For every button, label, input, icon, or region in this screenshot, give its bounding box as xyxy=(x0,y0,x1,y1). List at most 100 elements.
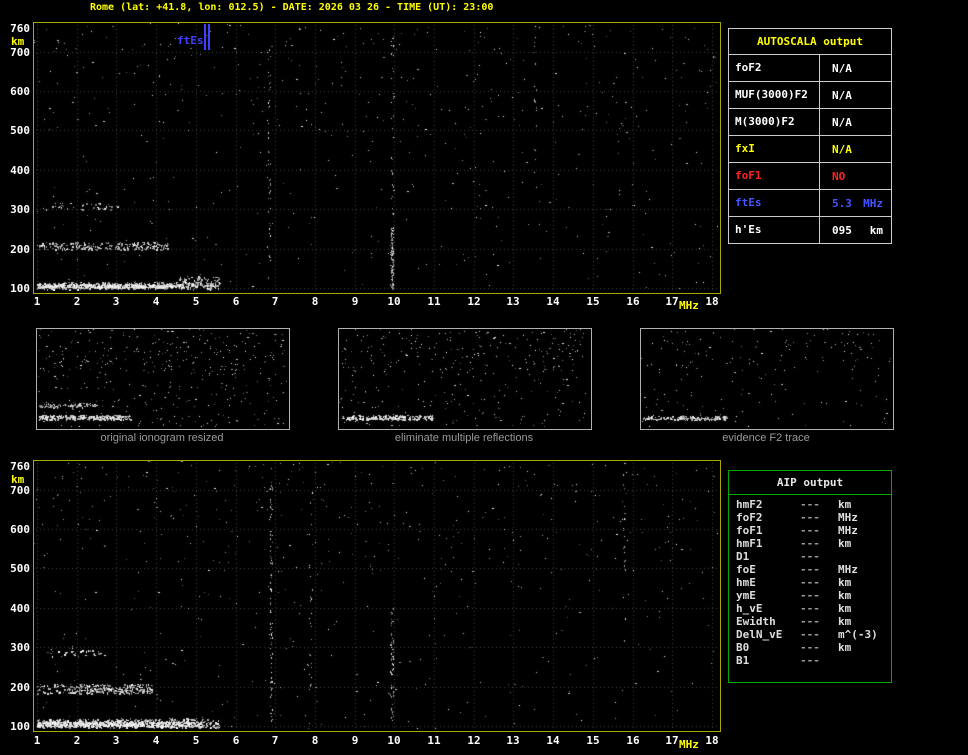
y-axis-tick: 760 xyxy=(4,461,30,472)
parameter-value: --- xyxy=(800,628,838,641)
parameter-name: fxI xyxy=(729,136,820,162)
parameter-value: --- xyxy=(800,563,838,576)
aip-table-rows: hmF2---kmfoF2---MHzfoF1---MHzhmF1---kmD1… xyxy=(729,495,891,667)
x-axis-tick: 15 xyxy=(582,296,604,307)
parameter-value: N/A xyxy=(820,136,891,162)
parameter-name: M(3000)F2 xyxy=(729,109,820,135)
y-axis-tick: 700 xyxy=(4,47,30,58)
y-axis-tick: 300 xyxy=(4,642,30,653)
x-axis-tick: 1 xyxy=(26,735,48,746)
parameter-name: ftEs xyxy=(729,190,820,216)
value-text: NO xyxy=(832,170,845,183)
aip-row-b1: B1--- xyxy=(729,654,891,667)
parameter-value: --- xyxy=(800,576,838,589)
x-axis-tick: 2 xyxy=(66,296,88,307)
parameter-value: --- xyxy=(800,498,838,511)
parameter-value: --- xyxy=(800,615,838,628)
parameter-name: foF2 xyxy=(729,55,820,81)
ionogram-plot-bottom xyxy=(33,460,721,732)
ftes-marker-line xyxy=(204,24,206,50)
y-axis-tick: 400 xyxy=(4,603,30,614)
y-axis-tick: 100 xyxy=(4,283,30,294)
aip-row-foe: foE---MHz xyxy=(729,563,891,576)
autoscala-row-m3000f2: M(3000)F2N/A xyxy=(729,108,891,135)
ionogram-plot-top xyxy=(33,22,721,294)
y-axis-tick: 200 xyxy=(4,244,30,255)
x-axis-tick: 18 xyxy=(701,735,723,746)
autoscala-row-fof2: foF2 N/A xyxy=(729,54,891,81)
autoscala-output-table: AUTOSCALA output foF2N/AMUF(3000)F2N/AM(… xyxy=(728,28,892,244)
autoscala-row-fxi: fxI N/A xyxy=(729,135,891,162)
x-axis-unit-label: MHz xyxy=(679,300,699,311)
x-axis-tick: 11 xyxy=(423,735,445,746)
x-axis-tick: 5 xyxy=(185,296,207,307)
parameter-name: D1 xyxy=(736,550,800,563)
autoscala-row-muf3000f2: MUF(3000)F2 N/A xyxy=(729,81,891,108)
thumbnail-multiple-reflections xyxy=(338,328,592,430)
value-text: N/A xyxy=(832,89,852,102)
parameter-value: N/A xyxy=(820,55,891,81)
parameter-unit: km xyxy=(838,589,891,602)
autoscala-window: Rome (lat: +41.8, lon: 012.5) - DATE: 20… xyxy=(0,0,968,755)
x-axis-tick: 6 xyxy=(225,296,247,307)
parameter-name: hmF1 xyxy=(736,537,800,550)
aip-table-title: AIP output xyxy=(729,471,891,495)
unit-text: km xyxy=(870,224,883,237)
x-axis-tick: 18 xyxy=(701,296,723,307)
x-axis-tick: 16 xyxy=(622,296,644,307)
y-axis-tick: 200 xyxy=(4,682,30,693)
parameter-name: hmF2 xyxy=(736,498,800,511)
parameter-name: h'Es xyxy=(729,217,820,243)
parameter-name: foE xyxy=(736,563,800,576)
parameter-value: 095 km xyxy=(820,217,891,243)
x-axis-tick: 9 xyxy=(344,735,366,746)
value-text: 5.3 xyxy=(832,197,852,210)
parameter-value: --- xyxy=(800,654,838,667)
autoscala-row-hes: h'Es 095 km xyxy=(729,216,891,243)
x-axis-tick: 10 xyxy=(383,296,405,307)
aip-row-ewidth: Ewidth---km xyxy=(729,615,891,628)
parameter-name: MUF(3000)F2 xyxy=(729,82,820,108)
station-date-title: Rome (lat: +41.8, lon: 012.5) - DATE: 20… xyxy=(90,2,493,13)
y-axis-tick: 600 xyxy=(4,524,30,535)
autoscala-table-rows: foF2N/AMUF(3000)F2N/AM(3000)F2N/AfxIN/Af… xyxy=(729,54,891,243)
x-axis-tick: 12 xyxy=(463,735,485,746)
y-axis-tick: 760 xyxy=(4,23,30,34)
x-axis-tick: 8 xyxy=(304,735,326,746)
x-axis-tick: 13 xyxy=(502,735,524,746)
parameter-value: N/A xyxy=(820,109,891,135)
parameter-value: --- xyxy=(800,524,838,537)
parameter-value: --- xyxy=(800,602,838,615)
parameter-name: hmE xyxy=(736,576,800,589)
parameter-unit: km xyxy=(838,537,891,550)
x-axis-tick: 4 xyxy=(145,735,167,746)
thumbnail-original-canvas xyxy=(37,329,287,427)
aip-row-hmf2: hmF2---km xyxy=(729,498,891,511)
aip-row-fof2: foF2---MHz xyxy=(729,511,891,524)
parameter-name: foF1 xyxy=(736,524,800,537)
thumbnail-original-ionogram xyxy=(36,328,290,430)
y-axis-tick: 400 xyxy=(4,165,30,176)
aip-row-b0: B0---km xyxy=(729,641,891,654)
autoscala-table-title: AUTOSCALA output xyxy=(729,29,891,54)
value-text: 095 xyxy=(832,224,852,237)
thumbnail-f2-trace-canvas xyxy=(641,329,891,427)
x-axis-tick: 7 xyxy=(264,296,286,307)
x-axis-tick: 8 xyxy=(304,296,326,307)
parameter-name: DelN_vE xyxy=(736,628,800,641)
parameter-unit: MHz xyxy=(838,511,891,524)
autoscala-row-fof1: foF1NO xyxy=(729,162,891,189)
x-axis-tick: 3 xyxy=(105,296,127,307)
aip-row-hmf1: hmF1---km xyxy=(729,537,891,550)
y-axis-unit-label: km xyxy=(11,474,24,485)
y-axis-unit-label: km xyxy=(11,36,24,47)
x-axis-tick: 10 xyxy=(383,735,405,746)
parameter-value: --- xyxy=(800,550,838,563)
x-axis-tick: 7 xyxy=(264,735,286,746)
ftes-annotation-label: ftEs xyxy=(177,35,204,46)
parameter-name: Ewidth xyxy=(736,615,800,628)
value-text: N/A xyxy=(832,143,852,156)
value-text: N/A xyxy=(832,62,852,75)
parameter-name: h_vE xyxy=(736,602,800,615)
parameter-value: --- xyxy=(800,641,838,654)
